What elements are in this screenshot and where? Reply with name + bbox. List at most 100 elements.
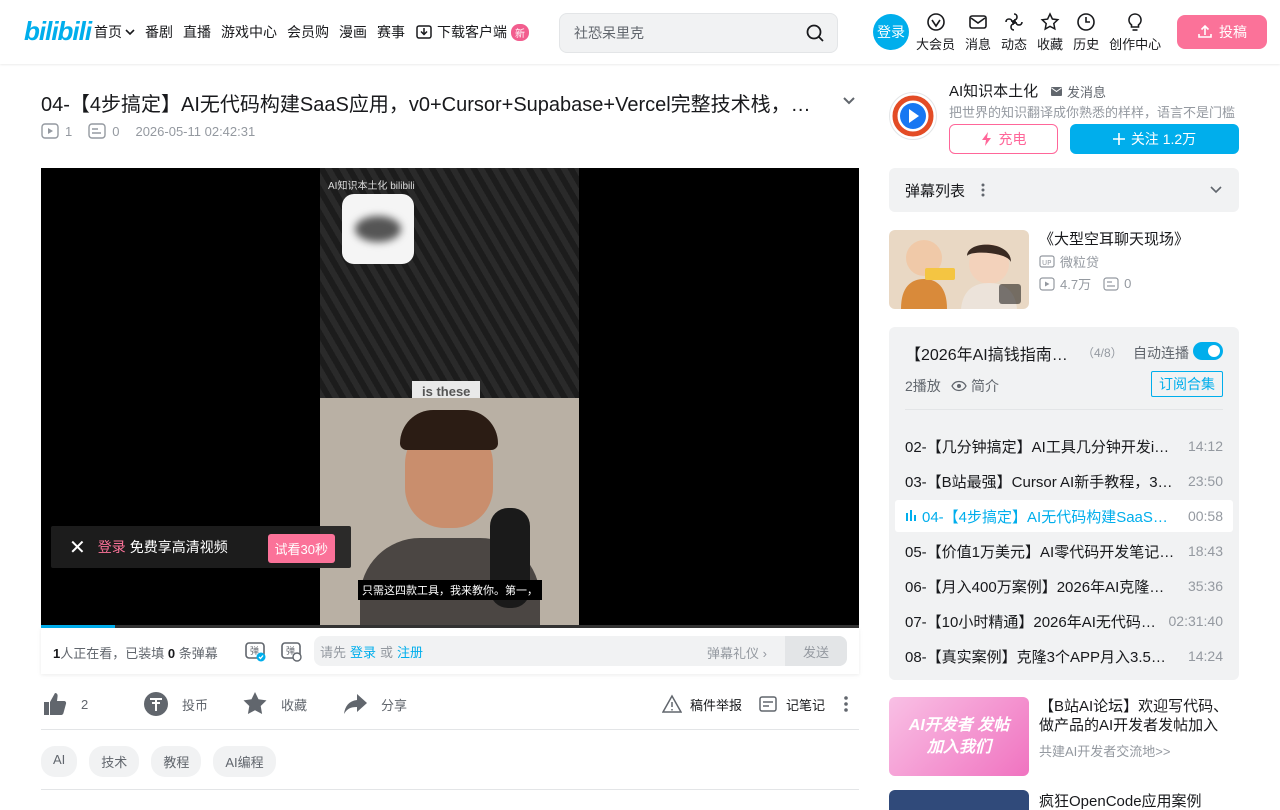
tag-list: AI 技术 教程 AI编程 [41, 746, 288, 777]
favorite-button[interactable]: 收藏 [241, 690, 307, 718]
recommended-video[interactable]: 《大型空耳聊天现场》 UP 微粒贷 4.7万 0 [889, 230, 1239, 310]
mail-icon [969, 15, 987, 29]
lightbulb-icon [1128, 13, 1142, 31]
video-subtitle: 只需这四款工具，我来教你。第一， [358, 580, 542, 600]
episode-item[interactable]: 03-【B站最强】Cursor AI新手教程，3… 23:50 [895, 465, 1233, 497]
collection-intro-button[interactable]: 简介 [951, 376, 999, 396]
play-icon [1039, 276, 1055, 291]
nav-game-center[interactable]: 游戏中心 [221, 22, 277, 42]
top-header: bilibili 首页 番剧 直播 游戏中心 会员购 漫画 赛事 下载客户端 新… [0, 0, 1280, 64]
search-icon[interactable] [805, 23, 825, 43]
svg-text:UP: UP [1042, 259, 1051, 267]
nav-manga[interactable]: 漫画 [339, 22, 367, 42]
nav-live[interactable]: 直播 [183, 22, 211, 42]
autoplay-toggle[interactable] [1193, 342, 1223, 360]
entry-dynamics[interactable]: 动态 [1001, 12, 1027, 53]
download-icon [416, 25, 432, 39]
play-count: 1 [41, 123, 72, 139]
coin-icon [144, 692, 168, 716]
collection-title[interactable]: 【2026年AI搞钱指南… [905, 341, 1075, 365]
entry-creator-center[interactable]: 创作中心 [1109, 12, 1161, 53]
entry-vip[interactable]: 大会员 [916, 12, 955, 53]
episode-item[interactable]: 02-【几分钟搞定】AI工具几分钟开发i… 14:12 [895, 430, 1233, 462]
like-button[interactable]: 2 [41, 690, 88, 718]
share-button[interactable]: 分享 [341, 690, 407, 718]
login-tip-link[interactable]: 登录 [98, 537, 126, 557]
danmaku-etiquette-link[interactable]: 弹幕礼仪 › [707, 643, 767, 662]
recommended-up[interactable]: UP 微粒贷 [1039, 252, 1099, 271]
up-name[interactable]: AI知识本土化 [949, 80, 1038, 101]
danmaku-count: 0 [88, 123, 119, 139]
subscribe-collection-button[interactable]: 订阅合集 [1151, 371, 1223, 397]
note-button[interactable]: 记笔记 [758, 694, 825, 714]
recommended-title[interactable]: 《大型空耳聊天现场》 [1039, 230, 1239, 250]
recommended-title[interactable]: 疯狂OpenCode应用案例 [1039, 790, 1202, 810]
playing-bars-icon [906, 510, 916, 521]
more-icon[interactable] [836, 694, 856, 714]
close-icon[interactable]: ✕ [69, 535, 86, 560]
danmaku-login-link[interactable]: 登录 [350, 642, 376, 661]
nav-anime[interactable]: 番剧 [145, 22, 173, 42]
upload-button[interactable]: 投稿 [1177, 15, 1267, 49]
more-icon[interactable] [981, 183, 985, 197]
recommended-stats: 4.7万 0 [1039, 274, 1131, 293]
danmaku-register-link[interactable]: 注册 [397, 642, 423, 661]
entry-history[interactable]: 历史 [1073, 12, 1099, 53]
mail-icon [1051, 87, 1062, 96]
danmaku-settings-icon[interactable]: 弹 [279, 639, 303, 663]
nav-esports[interactable]: 赛事 [377, 22, 405, 42]
danmaku-toggle-icon[interactable]: 弹 [243, 639, 267, 663]
publish-date: 2026-05-11 02:42:31 [135, 123, 256, 139]
entry-favorites[interactable]: 收藏 [1037, 12, 1063, 53]
nav-shop[interactable]: 会员购 [287, 22, 329, 42]
login-tip-banner: ✕ 登录 免费享高清视频 试看30秒 [51, 526, 351, 568]
charge-button[interactable]: 充电 [949, 124, 1058, 154]
episode-item[interactable]: 08-【真实案例】克隆3个APP月入3.5… 14:24 [895, 640, 1233, 672]
divider [905, 409, 1223, 410]
episode-item[interactable]: 05-【价值1万美元】AI零代码开发笔记… 18:43 [895, 535, 1233, 567]
ad-title[interactable]: 【B站AI论坛】欢迎写代码、做产品的AI开发者发帖加入 [1039, 697, 1239, 735]
up-avatar[interactable] [889, 92, 937, 140]
tag-item[interactable]: AI [41, 746, 78, 777]
tag-item[interactable]: AI编程 [213, 746, 276, 777]
try-30s-button[interactable]: 试看30秒 [267, 534, 335, 563]
thumb-up-icon [44, 693, 67, 715]
episode-item[interactable]: 07-【10小时精通】2026年AI无代码… 02:31:40 [895, 605, 1233, 637]
recommended-ad[interactable]: AI开发者 发帖加入我们 【B站AI论坛】欢迎写代码、做产品的AI开发者发帖加入… [889, 697, 1239, 779]
video-title: 04-【4步搞定】AI无代码构建SaaS应用，v0+Cursor+Supabas… [41, 94, 811, 116]
chevron-down-icon[interactable] [840, 92, 858, 110]
danmaku-input[interactable]: 请先 登录 或 注册 弹幕礼仪 › [314, 636, 847, 666]
bilibili-logo[interactable]: bilibili [24, 16, 92, 47]
wind-icon [1005, 13, 1023, 31]
follow-button[interactable]: 关注 1.2万 [1070, 124, 1239, 154]
nav-download-client[interactable]: 下载客户端 新 [415, 22, 529, 42]
search-input[interactable] [574, 25, 794, 41]
nav-home[interactable]: 首页 [94, 22, 135, 42]
danmaku-list-panel[interactable]: 弹幕列表 [889, 168, 1239, 212]
tag-item[interactable]: 教程 [151, 746, 202, 777]
video-frame: AI知识本土化 bilibili is these 只需这四款工具，我来教你。第… [320, 168, 579, 628]
video-meta: 1 0 2026-05-11 02:42:31 [41, 123, 271, 139]
main-nav: 首页 番剧 直播 游戏中心 会员购 漫画 赛事 下载客户端 新 [94, 0, 539, 64]
coin-button[interactable]: 投币 [142, 690, 208, 718]
plus-icon [1112, 133, 1125, 145]
entry-messages[interactable]: 消息 [965, 12, 991, 53]
video-collection-panel: 【2026年AI搞钱指南… （4/8） 自动连播 2播放 简介 订阅合集 02-… [889, 327, 1239, 680]
collection-plays: 2播放 [905, 378, 941, 394]
report-button[interactable]: 稿件举报 [662, 694, 742, 714]
tag-item[interactable]: 技术 [89, 746, 140, 777]
warning-icon [662, 694, 682, 713]
blurred-logo [342, 194, 414, 264]
episode-item-active[interactable]: 04-【4步搞定】AI无代码构建SaaS… 00:58 [895, 500, 1233, 532]
play-icon [41, 123, 59, 139]
send-message-button[interactable]: 发消息 [1050, 82, 1106, 101]
play-logo-icon [892, 95, 934, 137]
recommended-video[interactable]: 疯狂OpenCode应用案例 [889, 790, 1239, 810]
upload-icon [1198, 24, 1212, 38]
ad-subtitle[interactable]: 共建AI开发者交流地>> [1039, 741, 1170, 760]
video-player[interactable]: AI知识本土化 bilibili is these 只需这四款工具，我来教你。第… [41, 168, 859, 628]
danmaku-send-bar: 1人正在看，已装填 0 条弹幕 弹 弹 请先 登录 或 注册 弹幕礼仪 › 发送 [41, 628, 859, 674]
episode-item[interactable]: 06-【月入400万案例】2026年AI克隆… 35:36 [895, 570, 1233, 602]
danmaku-send-button[interactable]: 发送 [785, 636, 847, 666]
login-avatar-button[interactable]: 登录 [873, 14, 909, 50]
